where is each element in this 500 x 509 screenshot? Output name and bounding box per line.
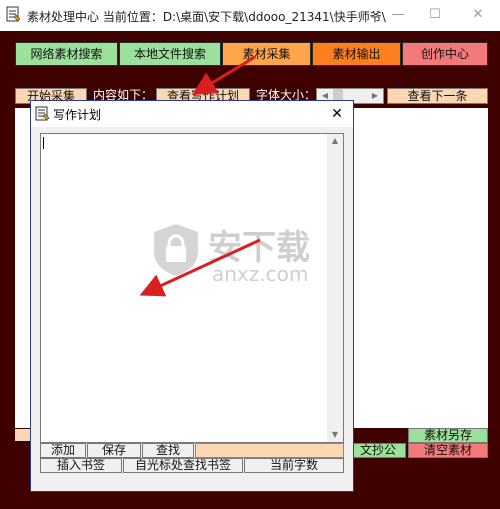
annotation-arrows [139,55,261,297]
arrow-to-view-plan [191,55,256,96]
arrow-to-editor [139,238,261,297]
